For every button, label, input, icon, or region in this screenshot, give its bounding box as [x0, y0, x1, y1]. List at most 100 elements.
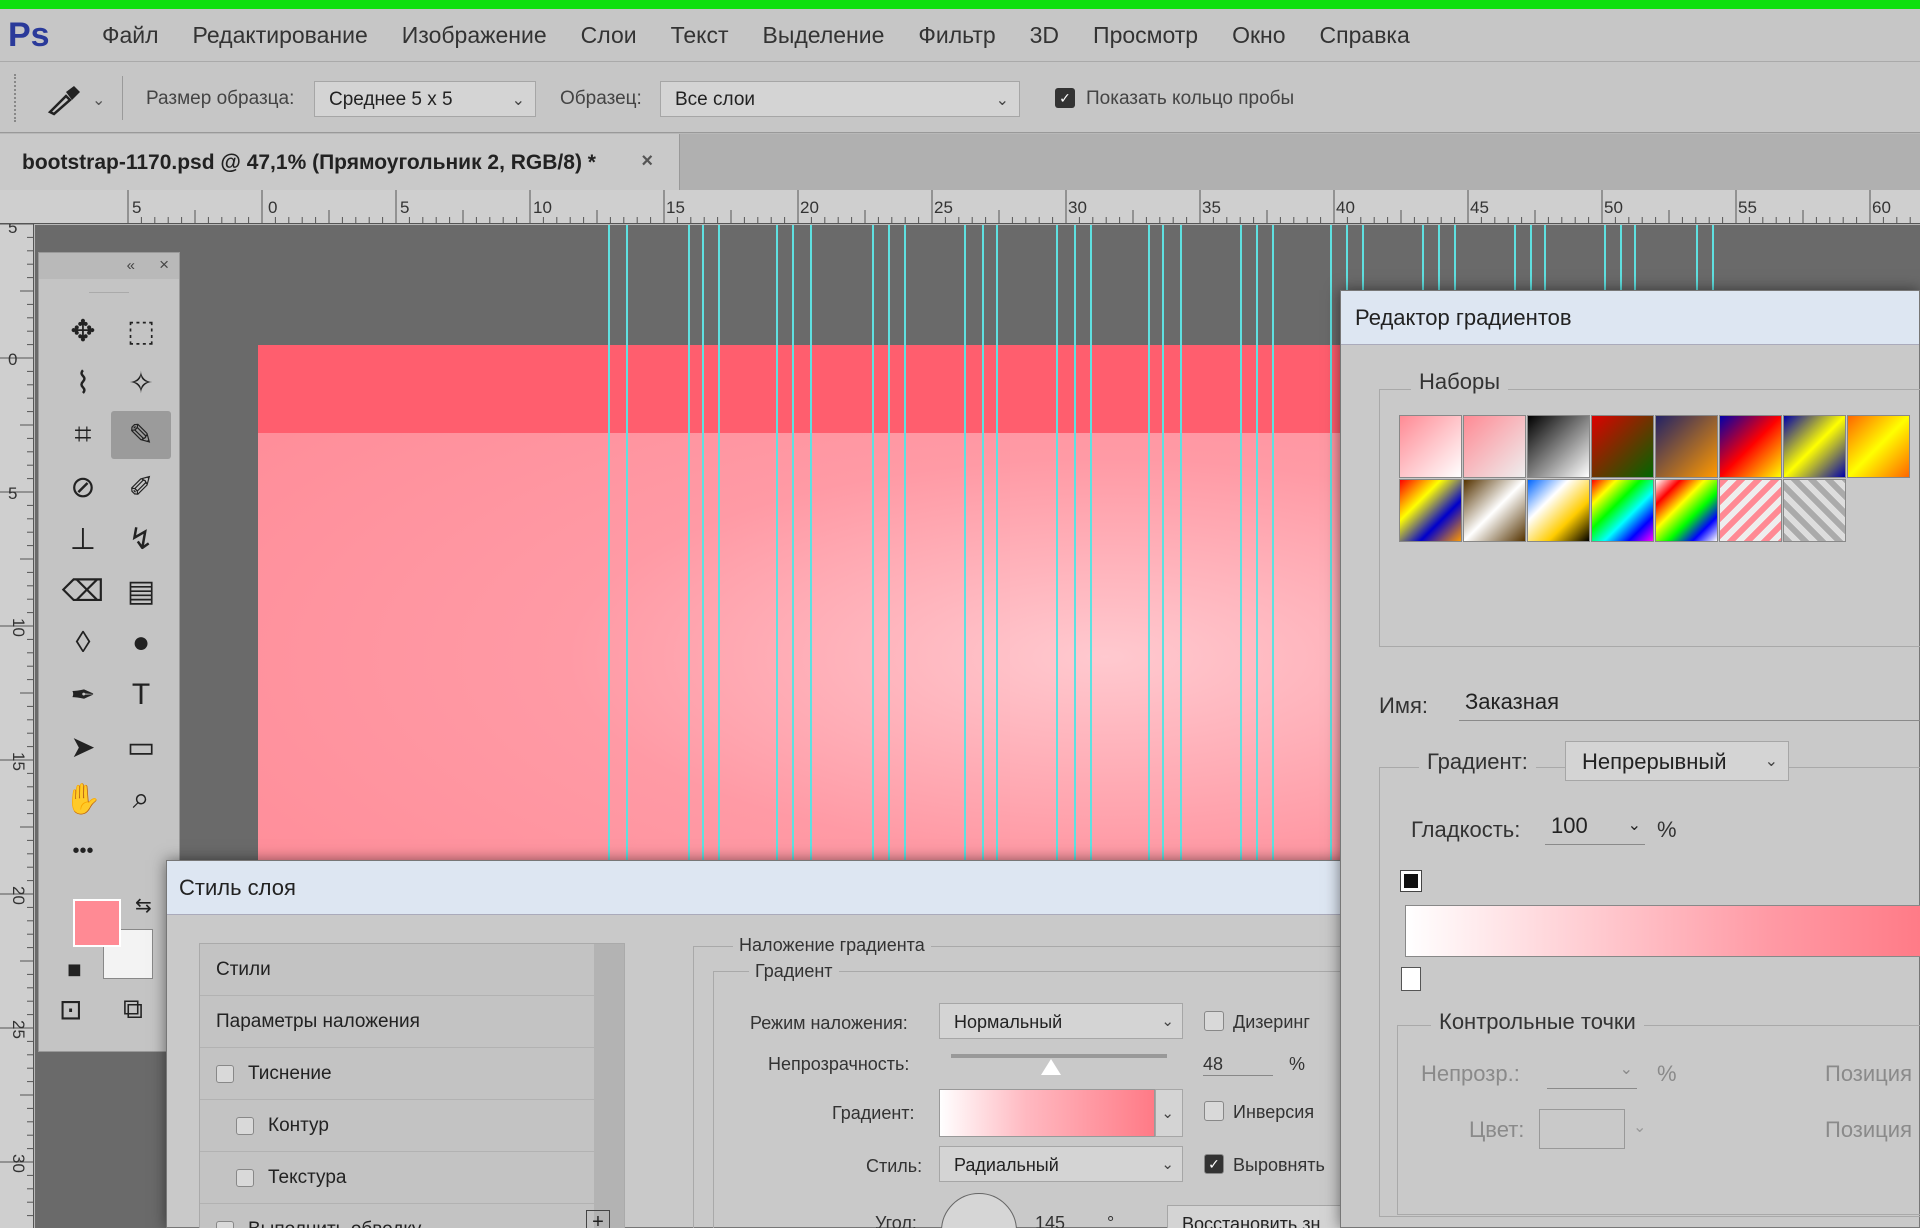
guide-line[interactable] — [608, 225, 610, 865]
sample-size-select[interactable]: Среднее 5 х 5 ⌄ — [314, 81, 536, 117]
crop-tool[interactable]: ⌗ — [53, 411, 113, 459]
foreground-color-swatch[interactable] — [73, 899, 121, 947]
guide-line[interactable] — [776, 225, 778, 865]
gradient-editor-title[interactable]: Редактор градиентов — [1341, 291, 1919, 345]
hand-tool[interactable]: ✋ — [53, 775, 113, 823]
show-ring-checkbox[interactable]: ✓ — [1055, 88, 1075, 108]
guide-line[interactable] — [1180, 225, 1182, 865]
layer-style-title[interactable]: Стиль слоя — [167, 861, 1355, 915]
layer-style-scrollbar[interactable] — [594, 944, 624, 1228]
pen-tool[interactable]: ✒ — [53, 671, 113, 719]
menu-help[interactable]: Справка — [1320, 22, 1410, 49]
gradient-preset-swatch[interactable] — [1399, 479, 1462, 542]
opacity-stop[interactable] — [1400, 870, 1422, 892]
gradient-preset-swatch[interactable] — [1783, 415, 1846, 478]
layer-style-row[interactable]: Выполнить обводку — [200, 1204, 624, 1228]
vertical-ruler[interactable]: 5 0 5 10 15 20 25 30 — [0, 224, 34, 1228]
guide-line[interactable] — [1074, 225, 1076, 865]
menu-window[interactable]: Окно — [1232, 22, 1285, 49]
options-grip[interactable] — [14, 74, 18, 122]
sample-select[interactable]: Все слои ⌄ — [660, 81, 1020, 117]
blur-tool[interactable]: ◊ — [53, 619, 113, 667]
row-checkbox[interactable] — [216, 1220, 234, 1228]
opacity-slider-thumb[interactable] — [1041, 1059, 1061, 1075]
gradient-preset-swatch[interactable] — [1527, 479, 1590, 542]
layer-style-row[interactable]: Текстура — [200, 1152, 624, 1204]
guide-line[interactable] — [1148, 225, 1150, 865]
row-checkbox[interactable] — [236, 1116, 254, 1135]
guide-line[interactable] — [810, 225, 812, 865]
gradient-preset-swatch[interactable] — [1463, 479, 1526, 542]
dither-checkbox[interactable] — [1204, 1011, 1224, 1031]
type-tool[interactable]: T — [111, 671, 171, 719]
healing-brush-tool[interactable]: ⊘ — [53, 463, 113, 511]
align-checkbox[interactable]: ✓ — [1204, 1154, 1224, 1174]
style-select[interactable]: Радиальный ⌄ — [939, 1146, 1183, 1182]
menu-select[interactable]: Выделение — [763, 22, 885, 49]
guide-line[interactable] — [1090, 225, 1092, 865]
eyedropper-tool[interactable]: ✎ — [111, 411, 171, 459]
swap-colors-icon[interactable]: ⇆ — [135, 893, 152, 918]
blend-mode-select[interactable]: Нормальный ⌄ — [939, 1003, 1183, 1039]
gradient-preset-swatch[interactable] — [1591, 479, 1654, 542]
reset-default-button[interactable]: Восстановить зн — [1167, 1205, 1347, 1228]
move-tool[interactable]: ✥ — [53, 307, 113, 355]
guide-line[interactable] — [872, 225, 874, 865]
gradient-preset-swatch[interactable] — [1655, 479, 1718, 542]
gradient-preset-swatch[interactable] — [1463, 415, 1526, 478]
gradient-preset-swatch[interactable] — [1399, 415, 1462, 478]
chevron-down-icon[interactable]: ⌄ — [1633, 1117, 1646, 1137]
layer-style-row[interactable]: Тиснение — [200, 1048, 624, 1100]
default-colors-icon[interactable]: ◼ — [67, 959, 82, 980]
document-tab[interactable]: bootstrap-1170.psd @ 47,1% (Прямоугольни… — [0, 134, 680, 190]
magic-wand-tool[interactable]: ✧ — [111, 359, 171, 407]
layer-style-row[interactable]: Параметры наложения — [200, 996, 624, 1048]
gradient-type-select[interactable]: Непрерывный ⌄ — [1565, 741, 1789, 781]
menu-filter[interactable]: Фильтр — [918, 22, 995, 49]
opacity-slider-track[interactable] — [951, 1054, 1167, 1058]
add-effect-icon[interactable]: + — [586, 1210, 610, 1228]
eraser-tool[interactable]: ⌫ — [53, 567, 113, 615]
more-tools[interactable]: ••• — [53, 827, 113, 875]
guide-line[interactable] — [718, 225, 720, 865]
layer-style-row[interactable]: Стили — [200, 944, 624, 996]
marquee-tool[interactable]: ⬚ — [111, 307, 171, 355]
quick-mask-icon[interactable]: ⊡ — [59, 993, 82, 1026]
gradient-preset-swatch[interactable] — [1847, 415, 1910, 478]
guide-line[interactable] — [1056, 225, 1058, 865]
guide-line[interactable] — [982, 225, 984, 865]
screen-mode-icon[interactable]: ⧉ — [123, 993, 143, 1026]
gradient-preset-swatch[interactable] — [1719, 415, 1782, 478]
guide-line[interactable] — [1162, 225, 1164, 865]
close-icon[interactable]: × — [159, 255, 169, 275]
history-brush-tool[interactable]: ↯ — [111, 515, 171, 563]
guide-line[interactable] — [1256, 225, 1258, 865]
tools-panel-header[interactable]: « × — [39, 253, 179, 279]
menu-edit[interactable]: Редактирование — [193, 22, 368, 49]
gradient-preset-swatch[interactable] — [1655, 415, 1718, 478]
artboard-header-rectangle[interactable] — [258, 345, 1388, 433]
path-selection-tool[interactable]: ➤ — [53, 723, 113, 771]
guide-line[interactable] — [996, 225, 998, 865]
guide-line[interactable] — [1240, 225, 1242, 865]
gradient-preset-swatch[interactable] — [1591, 415, 1654, 478]
eyedropper-preset-icon[interactable] — [44, 84, 84, 116]
tools-grip[interactable] — [89, 279, 129, 293]
gradient-preset-swatch[interactable] — [1719, 479, 1782, 542]
angle-input[interactable]: 145 — [1035, 1213, 1065, 1228]
guide-line[interactable] — [688, 225, 690, 865]
rectangle-tool[interactable]: ▭ — [111, 723, 171, 771]
chevron-down-icon[interactable]: ⌄ — [92, 90, 105, 110]
guide-line[interactable] — [904, 225, 906, 865]
lasso-tool[interactable]: ⌇ — [53, 359, 113, 407]
reverse-checkbox[interactable] — [1204, 1101, 1224, 1121]
menu-type[interactable]: Текст — [671, 22, 729, 49]
menu-image[interactable]: Изображение — [402, 22, 547, 49]
close-icon[interactable]: × — [641, 150, 653, 173]
menu-3d[interactable]: 3D — [1030, 22, 1059, 49]
guide-line[interactable] — [792, 225, 794, 865]
horizontal-ruler[interactable]: 5 0 5 10 15 20 25 30 35 40 45 50 55 60 — [0, 190, 1920, 224]
guide-line[interactable] — [1272, 225, 1274, 865]
gradient-preview[interactable] — [939, 1089, 1155, 1137]
guide-line[interactable] — [964, 225, 966, 865]
